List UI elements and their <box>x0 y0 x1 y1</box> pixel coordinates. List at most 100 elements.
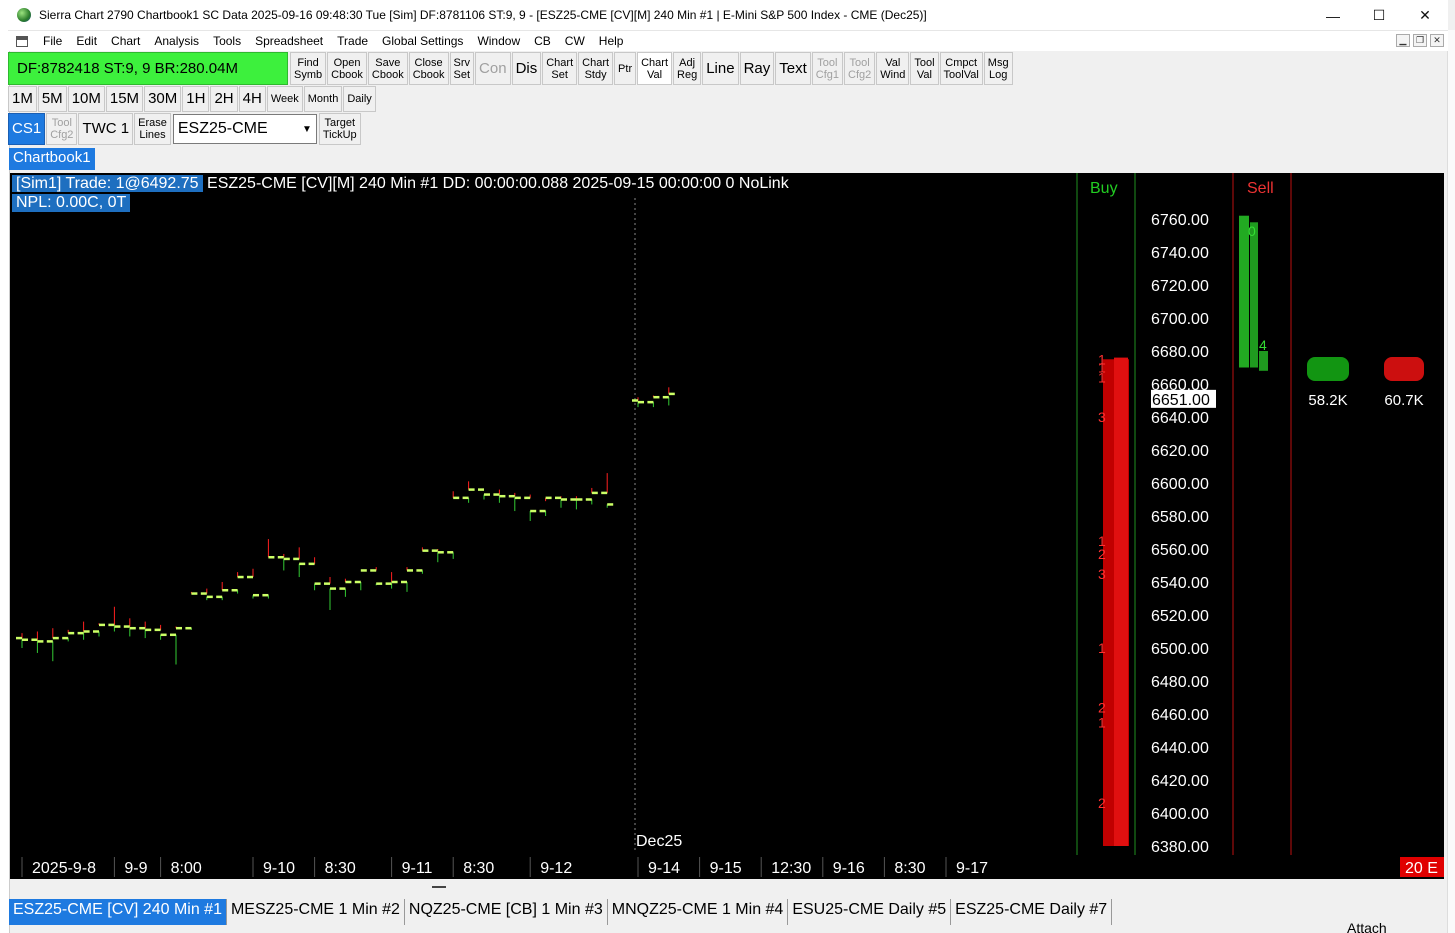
x-tick-label: 2025-9-8 <box>32 860 96 877</box>
menu-chart[interactable]: Chart <box>104 34 147 48</box>
x-tick-label: 8:30 <box>325 860 356 877</box>
background-window-strip-right <box>1447 30 1455 933</box>
values-window-button[interactable]: Val Wind <box>876 52 910 85</box>
dom-number: 2 <box>1098 546 1106 562</box>
symbol-select[interactable]: ESZ25-CME ▼ <box>172 114 317 144</box>
server-settings-button[interactable]: Srv Set <box>449 52 475 85</box>
chart-tabs: ESZ25-CME [CV] 240 Min #1 MESZ25-CME 1 M… <box>9 899 1113 925</box>
scroll-handle[interactable] <box>432 886 446 888</box>
target-tickup-button[interactable]: Target TickUp <box>318 113 361 145</box>
dom-number: 2 <box>1098 699 1106 715</box>
connect-button[interactable]: Con <box>475 52 511 85</box>
mdi-minimize-button[interactable]: ▁ <box>1396 34 1410 47</box>
menu-bar: File Edit Chart Analysis Tools Spreadshe… <box>8 31 1448 51</box>
chart-values-button[interactable]: Chart Val <box>637 52 673 85</box>
mdi-restore-button[interactable]: ❐ <box>1413 34 1427 47</box>
menu-analysis[interactable]: Analysis <box>147 34 206 48</box>
timeframe-toolbar: 1M 5M 10M 15M 30M 1H 2H 4H Week Month Da… <box>8 86 377 112</box>
timeframe-1h-button[interactable]: 1H <box>182 86 210 112</box>
x-tick-label: 9-17 <box>956 860 988 877</box>
menu-tools[interactable]: Tools <box>206 34 248 48</box>
menu-spreadsheet[interactable]: Spreadsheet <box>248 34 330 48</box>
timeframe-15m-button[interactable]: 15M <box>105 86 144 112</box>
menu-global-settings[interactable]: Global Settings <box>375 34 470 48</box>
find-symbol-button[interactable]: Find Symb <box>290 52 327 85</box>
timeframe-1m-button[interactable]: 1M <box>8 86 37 112</box>
close-chartbook-button[interactable]: Close Cbook <box>408 52 449 85</box>
twc-button[interactable]: TWC 1 <box>78 113 134 145</box>
y-tick-label: 6460.00 <box>1151 707 1209 724</box>
y-tick-label: 6500.00 <box>1151 641 1209 658</box>
x-tick-label: 9-16 <box>833 860 865 877</box>
pointer-tool-button[interactable]: Ptr <box>614 52 637 85</box>
mdi-close-button[interactable]: ✕ <box>1430 34 1444 47</box>
timeframe-2h-button[interactable]: 2H <box>210 86 238 112</box>
contract-label: Dec25 <box>636 833 682 850</box>
chart-settings-button[interactable]: Chart Set <box>542 52 578 85</box>
menu-file[interactable]: File <box>36 34 69 48</box>
y-tick-label: 6560.00 <box>1151 542 1209 559</box>
y-tick-label: 6400.00 <box>1151 806 1209 823</box>
window-menu-icon[interactable] <box>16 35 28 47</box>
compact-tool-values-button[interactable]: Cmpct ToolVal <box>939 52 983 85</box>
y-tick-label: 6640.00 <box>1151 410 1209 427</box>
sell-volume-total: 60.7K <box>1384 392 1423 409</box>
menu-help[interactable]: Help <box>592 34 631 48</box>
chart-toolbar: CS1 Tool Cfg2 TWC 1 Erase Lines ESZ25-CME … <box>8 113 362 145</box>
timeframe-5m-button[interactable]: 5M <box>37 86 67 112</box>
chevron-down-icon[interactable]: ▼ <box>302 124 312 135</box>
open-chartbook-button[interactable]: Open Cbook <box>327 52 367 85</box>
tab-nqz25-1min[interactable]: NQZ25-CME [CB] 1 Min #3 <box>404 899 608 925</box>
timeframe-30m-button[interactable]: 30M <box>144 86 182 112</box>
text-tool-button[interactable]: Text <box>775 52 811 85</box>
chart-area[interactable]: Dec25 Buy Sell 1 1 1 3 1 2 3 1 2 1 2 0 4 58.2K 60.7K 6760.… <box>10 173 1444 879</box>
adjust-region-button[interactable]: Adj Reg <box>673 52 702 85</box>
tab-esz25-240min[interactable]: ESZ25-CME [CV] 240 Min #1 <box>9 899 227 925</box>
tab-esz25-daily[interactable]: ESZ25-CME Daily #7 <box>951 899 1113 925</box>
maximize-button[interactable]: ☐ <box>1356 0 1402 31</box>
minimize-button[interactable]: — <box>1310 0 1356 31</box>
chart-canvas[interactable]: Dec25Buy Sell111312312120458.2K 60.7K6760.… <box>10 173 1444 879</box>
line-tool-button[interactable]: Line <box>702 52 739 85</box>
y-tick-label: 6600.00 <box>1151 476 1209 493</box>
chart-studies-button[interactable]: Chart Stdy <box>578 52 614 85</box>
message-log-button[interactable]: Msg Log <box>983 52 1013 85</box>
menu-cb[interactable]: CB <box>527 34 558 48</box>
tool-config1-button[interactable]: Tool Cfg1 <box>811 52 844 85</box>
tool-config2-button-2[interactable]: Tool Cfg2 <box>46 113 78 145</box>
cs1-button[interactable]: CS1 <box>8 113 46 145</box>
chart-header: [Sim1] Trade: 1@6492.75 ESZ25-CME [CV][M… <box>12 175 789 193</box>
timeframe-month-button[interactable]: Month <box>303 86 343 112</box>
tool-config2-button[interactable]: Tool Cfg2 <box>844 52 876 85</box>
timeframe-week-button[interactable]: Week <box>266 86 303 112</box>
timeframe-daily-button[interactable]: Daily <box>343 86 376 112</box>
sell-top-number: 0 <box>1248 223 1256 239</box>
menu-cw[interactable]: CW <box>558 34 592 48</box>
x-tick-label: 9-14 <box>648 860 680 877</box>
buy-volume-total: 58.2K <box>1308 392 1347 409</box>
sell-low-number: 4 <box>1259 337 1267 353</box>
y-tick-label: 6760.00 <box>1151 212 1209 229</box>
timeframe-10m-button[interactable]: 10M <box>67 86 105 112</box>
erase-lines-button[interactable]: Erase Lines <box>134 113 171 145</box>
tab-mnqz25-1min[interactable]: MNQZ25-CME 1 Min #4 <box>607 899 789 925</box>
y-tick-label: 6520.00 <box>1151 608 1209 625</box>
menu-edit[interactable]: Edit <box>69 34 104 48</box>
volume-profile-sell-stack-3 <box>1259 351 1268 371</box>
tool-values-button[interactable]: Tool Val <box>910 52 939 85</box>
ray-tool-button[interactable]: Ray <box>739 52 775 85</box>
y-tick-label: 6440.00 <box>1151 740 1209 757</box>
save-chartbook-button[interactable]: Save Cbook <box>367 52 408 85</box>
title-bar[interactable]: Sierra Chart 2790 Chartbook1 SC Data 202… <box>8 0 1448 31</box>
tab-mesz25-1min[interactable]: MESZ25-CME 1 Min #2 <box>226 899 405 925</box>
chartbook-tab[interactable]: Chartbook1 <box>9 148 95 170</box>
tab-esu25-daily[interactable]: ESU25-CME Daily #5 <box>788 899 952 925</box>
close-button[interactable]: ✕ <box>1402 0 1448 31</box>
timeframe-4h-button[interactable]: 4H <box>238 86 266 112</box>
menu-window[interactable]: Window <box>470 34 527 48</box>
menu-trade[interactable]: Trade <box>330 34 375 48</box>
buy-volume-blob <box>1307 357 1349 381</box>
disconnect-button[interactable]: Dis <box>511 52 542 85</box>
window-title: Sierra Chart 2790 Chartbook1 SC Data 202… <box>39 8 927 22</box>
y-tick-label: 6680.00 <box>1151 344 1209 361</box>
